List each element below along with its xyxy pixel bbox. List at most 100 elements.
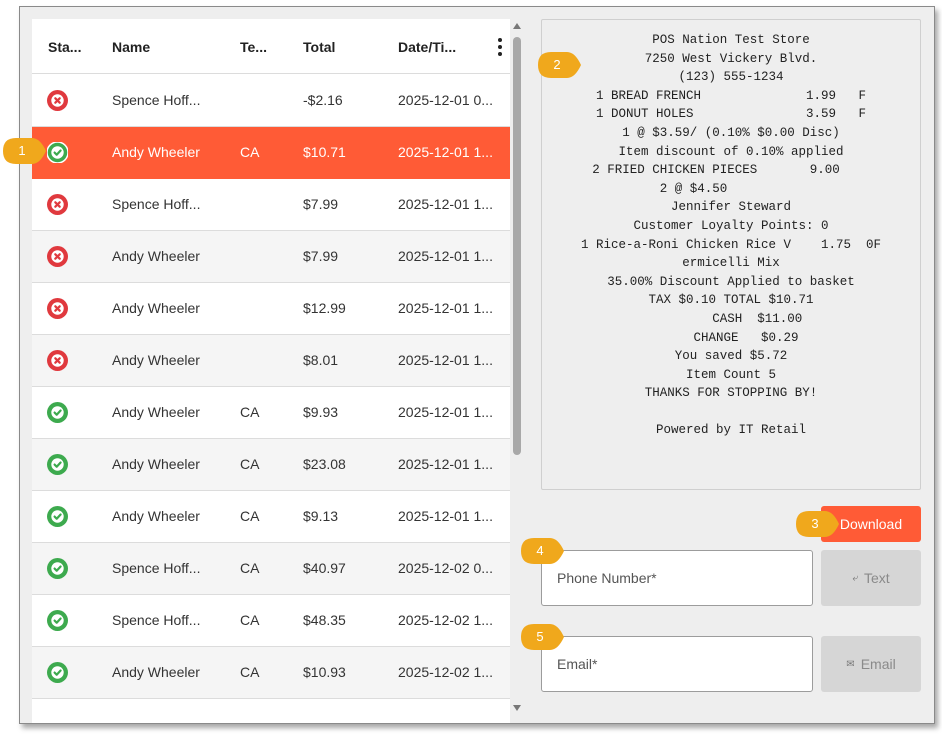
phone-number-field[interactable] — [541, 550, 813, 606]
receipt-line: 2 FRIED CHICKEN PIECES 9.00 — [592, 163, 870, 178]
receipt-line: 35.00% Discount Applied to basket — [607, 274, 855, 289]
table-row[interactable]: Andy Wheeler CA $9.93 2025-12-01 1... — [32, 387, 510, 439]
row-tender-type — [240, 179, 288, 230]
table-row[interactable]: Spence Hoff... -$2.16 2025-12-01 0... — [32, 75, 510, 127]
row-total: $12.99 — [303, 300, 346, 316]
receipt-line — [542, 403, 920, 422]
row-date-time: 2025-12-01 0... — [398, 92, 493, 108]
table-row[interactable]: Spence Hoff... CA $48.35 2025-12-02 1... — [32, 595, 510, 647]
receipt-line: 1 Rice-a-Roni Chicken Rice V 1.75 0F — [580, 237, 882, 252]
table-row[interactable]: Spence Hoff... CA $40.97 2025-12-02 0... — [32, 543, 510, 595]
receipt-line: Item discount of 0.10% applied — [618, 144, 844, 159]
row-date-time: 2025-12-01 1... — [398, 300, 493, 316]
receipt-line: THANKS FOR STOPPING BY! — [644, 386, 818, 401]
callout-marker-5: 5 — [520, 623, 568, 651]
x-circle-icon — [47, 90, 68, 111]
row-date-time: 2025-12-01 1... — [398, 352, 493, 368]
table-row[interactable]: Andy Wheeler $12.99 2025-12-01 1... — [32, 283, 510, 335]
callout-marker-1: 1 — [2, 137, 50, 165]
table-row[interactable]: Andy Wheeler $7.99 2025-12-01 1... — [32, 231, 510, 283]
receipt-line: Item Count 5 — [685, 367, 776, 382]
row-total: $10.93 — [303, 664, 346, 680]
table-row[interactable]: Andy Wheeler CA $10.71 2025-12-01 1... — [32, 127, 510, 179]
check-circle-icon — [47, 662, 68, 683]
column-header-date[interactable]: Date/Ti... — [398, 39, 456, 55]
receipt-line: You saved $5.72 — [674, 349, 788, 364]
row-customer-name: Andy Wheeler — [112, 664, 200, 680]
scrollbar-thumb[interactable] — [513, 37, 521, 455]
receipt-preview: POS Nation Test Store 7250 West Vickery B… — [541, 19, 921, 490]
row-total: $10.71 — [303, 144, 346, 160]
table-row[interactable]: Spence Hoff... $7.99 2025-12-01 1... — [32, 179, 510, 231]
receipt-line: ermicelli Mix — [682, 256, 780, 271]
column-header-tender[interactable]: Te... — [240, 39, 267, 55]
receipt-line: 1 DONUT HOLES 3.59 F — [595, 107, 867, 122]
row-tender-type — [240, 283, 288, 334]
row-tender-type: CA — [240, 664, 260, 680]
row-customer-name: Andy Wheeler — [112, 404, 200, 420]
check-circle-icon — [47, 142, 68, 163]
receipt-line: 7250 West Vickery Blvd. — [644, 51, 818, 66]
table-row[interactable]: Andy Wheeler CA $10.93 2025-12-02 1... — [32, 647, 510, 699]
column-header-total[interactable]: Total — [303, 39, 335, 55]
row-tender-type: CA — [240, 612, 260, 628]
row-customer-name: Andy Wheeler — [112, 300, 200, 316]
row-customer-name: Andy Wheeler — [112, 144, 200, 160]
email-button-label: Email — [860, 656, 896, 672]
row-tender-type: CA — [240, 560, 260, 576]
receipt-line: Customer Loyalty Points: 0 — [633, 218, 829, 233]
row-tender-type: CA — [240, 144, 260, 160]
row-tender-type: CA — [240, 508, 260, 524]
row-tender-type — [240, 231, 288, 282]
text-button[interactable]: ⤶ Text — [821, 550, 921, 606]
callout-marker-4: 4 — [520, 537, 568, 565]
row-total: $48.35 — [303, 612, 346, 628]
scroll-up-arrow-icon[interactable] — [513, 23, 521, 29]
row-customer-name: Spence Hoff... — [112, 196, 201, 212]
column-header-name[interactable]: Name — [112, 39, 150, 55]
row-customer-name: Andy Wheeler — [112, 508, 200, 524]
transactions-window: Sta... Name Te... Total Date/Ti... Spenc… — [19, 6, 935, 724]
check-circle-icon — [47, 454, 68, 475]
column-menu-icon[interactable] — [496, 38, 504, 56]
phone-icon: ⤶ — [852, 572, 858, 584]
row-date-time: 2025-12-01 1... — [398, 248, 493, 264]
column-header-status[interactable]: Sta... — [48, 39, 81, 55]
x-circle-icon — [47, 246, 68, 267]
receipt-line: TAX $0.10 TOTAL $10.71 — [648, 293, 814, 308]
row-tender-type: CA — [240, 456, 260, 472]
text-button-label: Text — [863, 570, 890, 586]
table-row[interactable]: Andy Wheeler CA $23.08 2025-12-01 1... — [32, 439, 510, 491]
email-button[interactable]: ✉ Email — [821, 636, 921, 692]
receipt-line: 1 BREAD FRENCH 1.99 F — [595, 88, 867, 103]
check-circle-icon — [47, 558, 68, 579]
row-customer-name: Spence Hoff... — [112, 92, 201, 108]
row-total: $40.97 — [303, 560, 346, 576]
row-date-time: 2025-12-02 0... — [398, 560, 493, 576]
callout-marker-3: 3 — [795, 510, 843, 538]
row-total: $23.08 — [303, 456, 346, 472]
row-date-time: 2025-12-02 1... — [398, 612, 493, 628]
check-circle-icon — [47, 610, 68, 631]
row-date-time: 2025-12-01 1... — [398, 196, 493, 212]
scroll-down-arrow-icon[interactable] — [513, 705, 521, 711]
table-row[interactable]: Andy Wheeler $8.01 2025-12-01 1... — [32, 335, 510, 387]
receipt-line: POS Nation Test Store — [652, 33, 810, 47]
receipt-line: Powered by IT Retail — [655, 423, 807, 438]
row-customer-name: Andy Wheeler — [112, 248, 200, 264]
row-total: -$2.16 — [303, 92, 343, 108]
email-input[interactable] — [557, 656, 797, 672]
envelope-icon: ✉ — [846, 658, 855, 670]
table-row[interactable]: Andy Wheeler CA $9.13 2025-12-01 1... — [32, 491, 510, 543]
row-customer-name: Andy Wheeler — [112, 352, 200, 368]
row-tender-type — [240, 75, 288, 126]
row-customer-name: Spence Hoff... — [112, 612, 201, 628]
row-total: $9.93 — [303, 404, 339, 420]
phone-number-input[interactable] — [557, 570, 797, 586]
row-total: $8.01 — [303, 352, 339, 368]
row-date-time: 2025-12-02 1... — [398, 664, 493, 680]
email-field[interactable] — [541, 636, 813, 692]
callout-marker-2: 2 — [537, 51, 585, 79]
row-total: $9.13 — [303, 508, 339, 524]
row-tender-type — [240, 335, 288, 386]
